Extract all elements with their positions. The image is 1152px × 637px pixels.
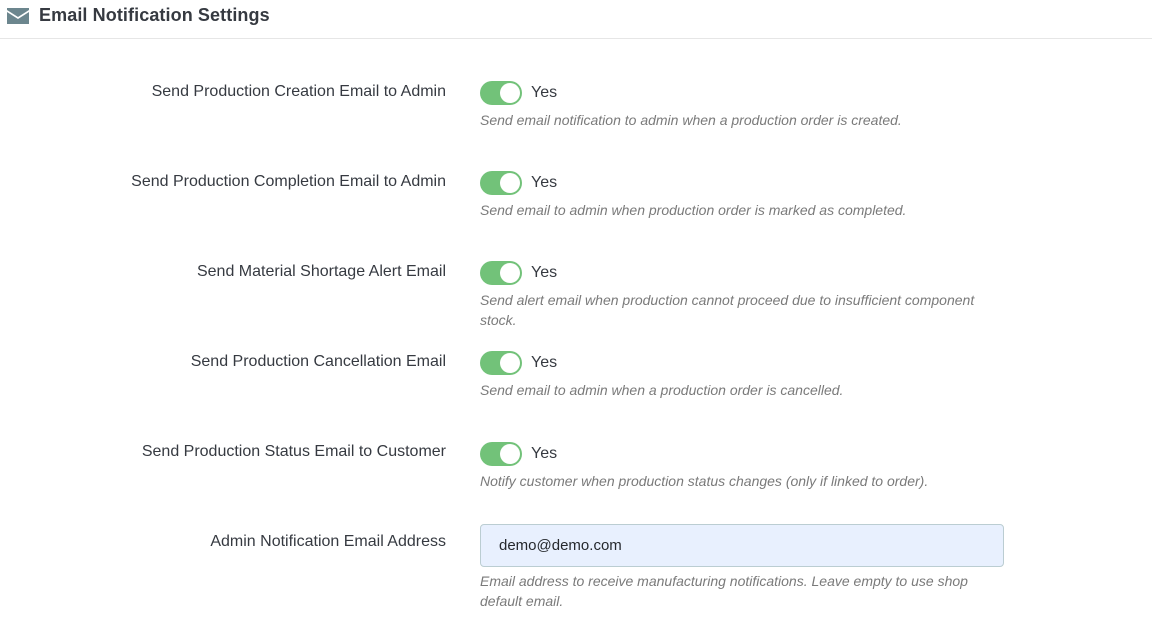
toggle-state-label: Yes (531, 174, 558, 191)
panel-title: Email Notification Settings (39, 5, 270, 25)
help-text: Email address to receive manufacturing n… (480, 573, 968, 609)
creation-email-toggle[interactable] (480, 81, 522, 105)
toggle-state-label: Yes (531, 84, 558, 101)
status-email-toggle[interactable] (480, 442, 522, 466)
help-text: Send email to admin when production orde… (480, 202, 907, 218)
toggle-knob (500, 173, 520, 193)
panel-heading: Email Notification Settings (0, 0, 1152, 39)
setting-label: Send Production Creation Email to Admin (151, 83, 446, 100)
toggle-state-label: Yes (531, 354, 558, 371)
admin-email-input[interactable] (480, 524, 1004, 567)
toggle-state-label: Yes (531, 445, 558, 462)
toggle-knob (500, 353, 520, 373)
toggle-knob (500, 83, 520, 103)
setting-label: Send Production Completion Email to Admi… (131, 173, 446, 190)
setting-label: Send Production Cancellation Email (190, 353, 446, 370)
envelope-icon (7, 8, 29, 24)
help-text: Send email notification to admin when a … (480, 112, 902, 128)
cancellation-email-toggle[interactable] (480, 351, 522, 375)
help-text: Send alert email when production cannot … (480, 292, 975, 328)
help-text: Send email to admin when a production or… (480, 382, 844, 398)
setting-label: Admin Notification Email Address (210, 533, 446, 550)
setting-label: Send Material Shortage Alert Email (196, 263, 446, 280)
toggle-state-label: Yes (531, 264, 558, 281)
setting-label: Send Production Status Email to Customer (141, 443, 446, 460)
toggle-knob (500, 263, 520, 283)
toggle-knob (500, 444, 520, 464)
completion-email-toggle[interactable] (480, 171, 522, 195)
shortage-alert-toggle[interactable] (480, 261, 522, 285)
help-text: Notify customer when production status c… (480, 473, 929, 489)
